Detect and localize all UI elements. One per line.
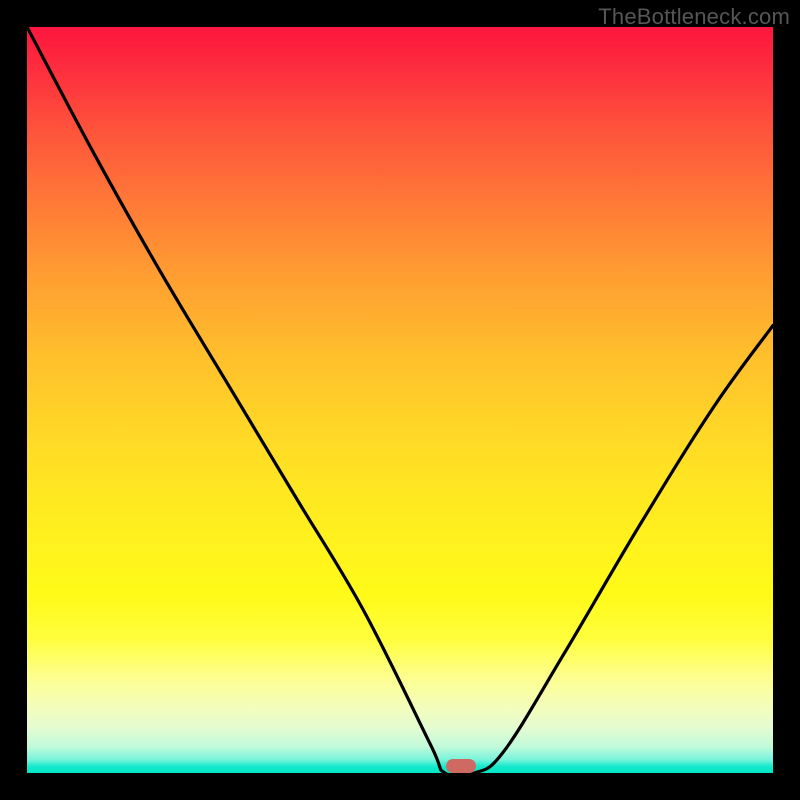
plot-area	[27, 27, 773, 773]
chart-frame: TheBottleneck.com	[0, 0, 800, 800]
watermark-text: TheBottleneck.com	[598, 4, 790, 30]
bottleneck-curve	[27, 27, 773, 773]
optimal-point-marker	[446, 759, 476, 773]
